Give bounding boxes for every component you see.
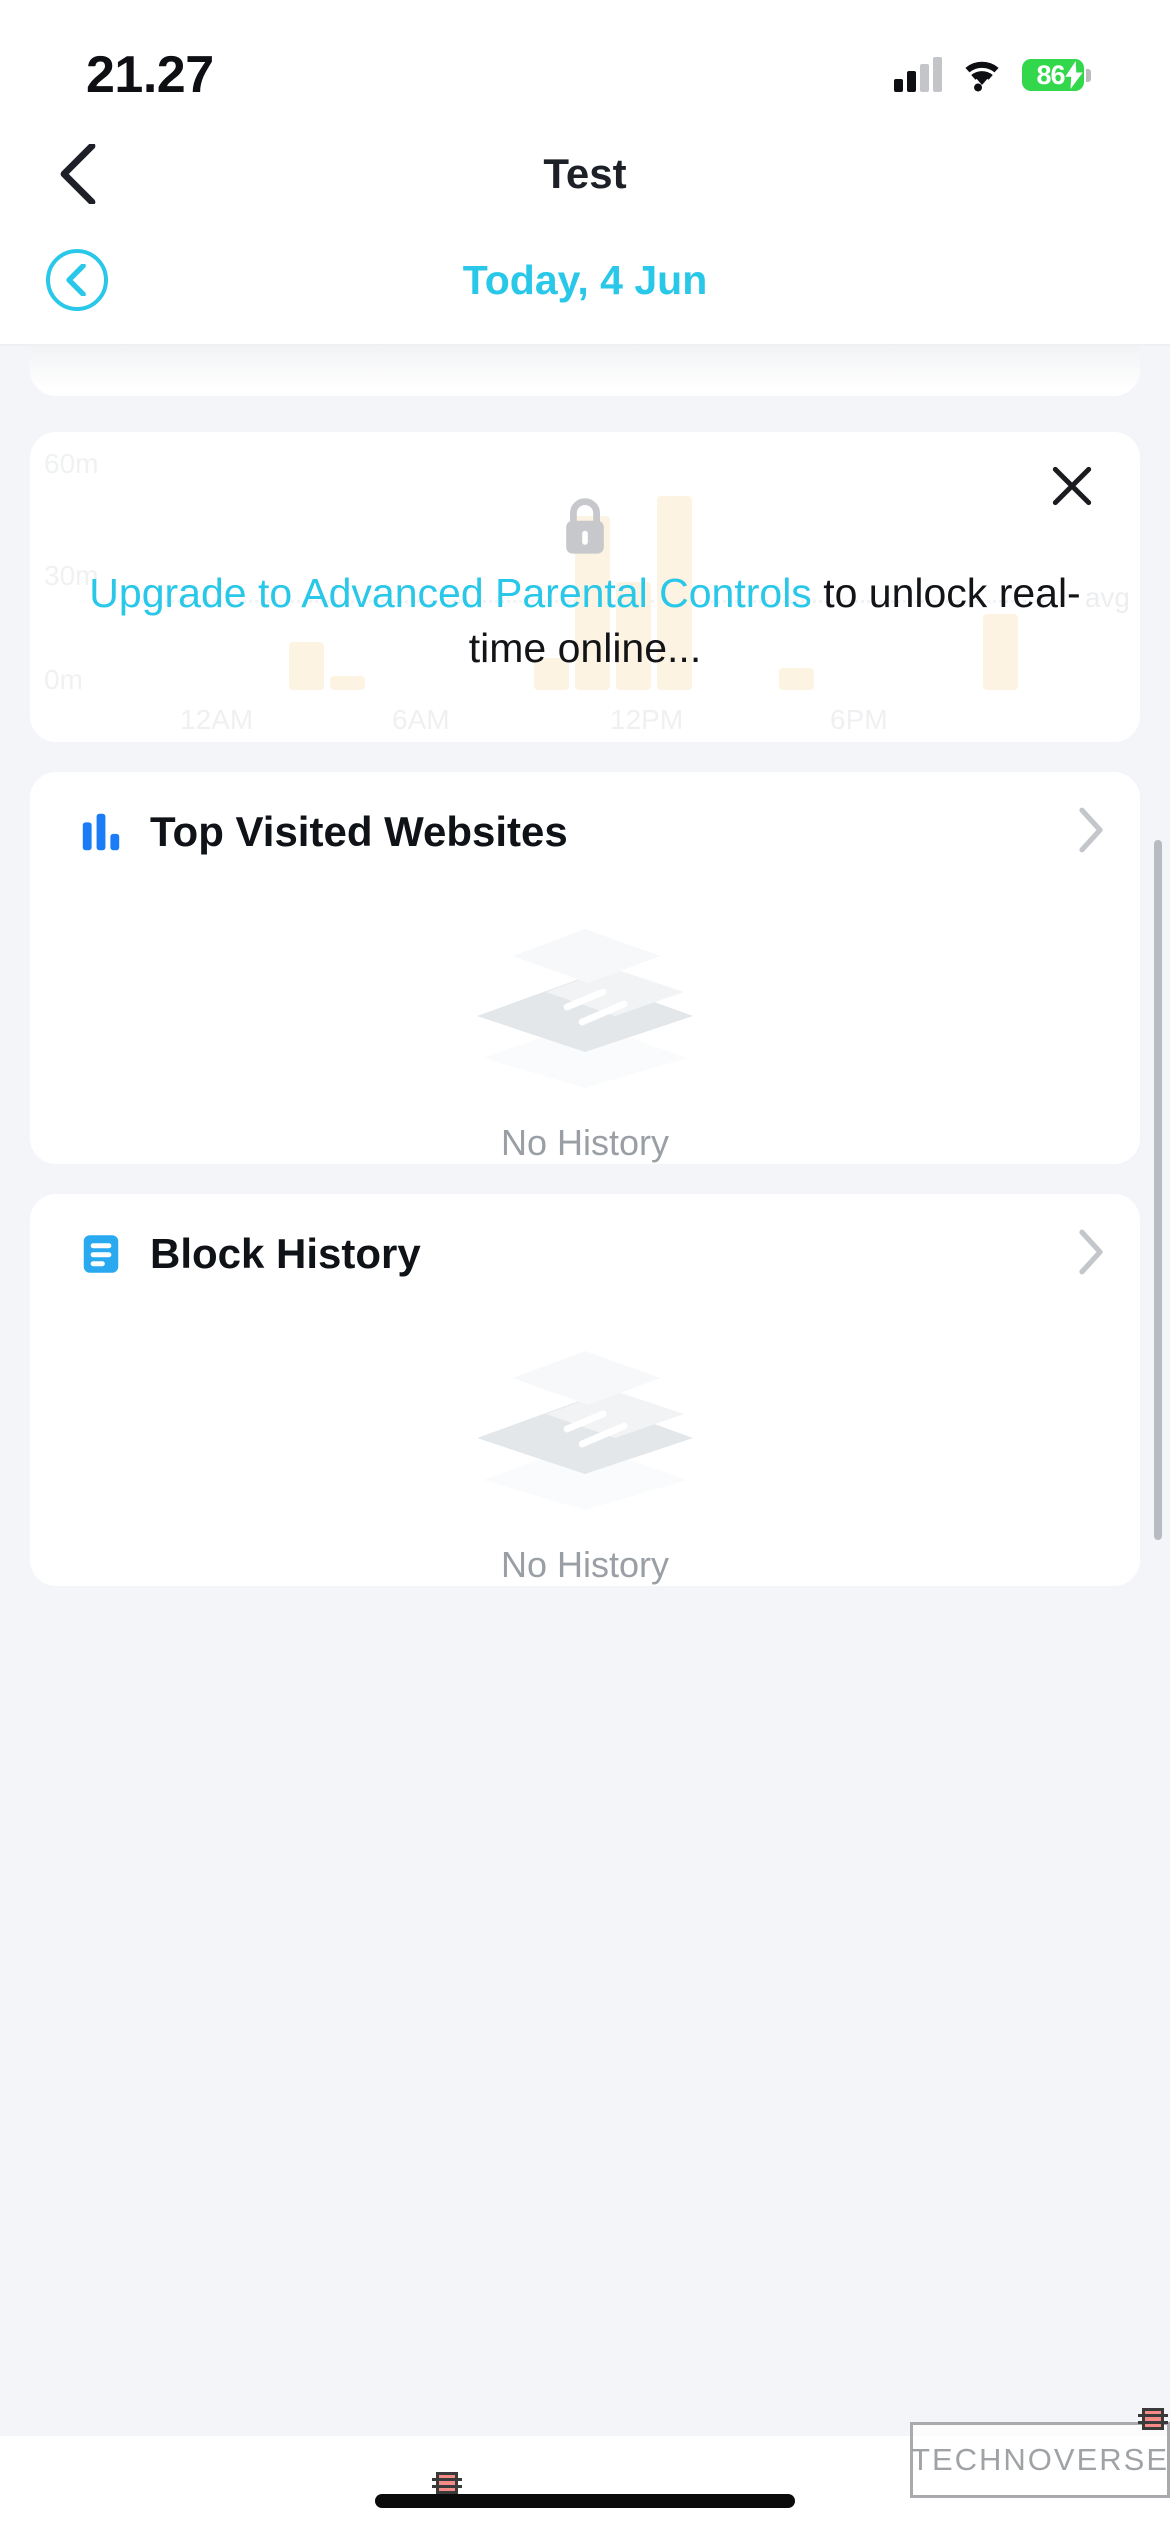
top-visited-websites-header[interactable]: Top Visited Websites — [30, 772, 1140, 892]
stacked-cards-icon — [477, 1351, 693, 1510]
chevron-left-icon — [60, 144, 96, 204]
previous-day-button[interactable] — [46, 249, 108, 311]
date-selector-bar: Today, 4 Jun — [0, 216, 1170, 346]
bar-chart-icon — [82, 813, 120, 851]
document-lines-icon — [83, 1235, 119, 1273]
top-visited-websites-title: Top Visited Websites — [150, 808, 568, 855]
upgrade-highlight-line1: Upgrade to Advanced Parental — [89, 570, 648, 616]
chevron-right-icon — [1079, 807, 1103, 852]
wifi-icon — [965, 61, 999, 92]
chart-y-label-60m: 60m — [44, 448, 99, 479]
chip-icon — [432, 2472, 462, 2494]
chart-x-label-12am: 12AM — [180, 704, 254, 735]
chart-x-label-6am: 6AM — [392, 704, 450, 735]
top-visited-websites-chevron[interactable] — [1078, 807, 1104, 858]
battery-percent: 86 — [1036, 59, 1065, 90]
upgrade-message[interactable]: Upgrade to Advanced Parental Controls to… — [86, 566, 1084, 676]
block-history-card[interactable]: Block History No History — [30, 1194, 1140, 1586]
battery-charging-icon: 86 — [1022, 59, 1091, 91]
chip-icon — [1138, 2408, 1168, 2430]
top-visited-websites-card[interactable]: Top Visited Websites No History — [30, 772, 1140, 1164]
status-time: 21.27 — [86, 46, 214, 104]
block-history-empty-text: No History — [500, 1544, 670, 1585]
block-history-header[interactable]: Block History — [30, 1194, 1140, 1314]
block-history-chevron[interactable] — [1078, 1229, 1104, 1280]
lock-icon — [566, 498, 604, 554]
upgrade-banner-card[interactable]: 60m 30m 0m avg 12AM 6AM 12PM 6PM Upgrade… — [30, 432, 1140, 742]
block-history-title: Block History — [150, 1230, 421, 1277]
status-bar: 21.27 86 — [0, 0, 1170, 132]
chart-x-label-6pm: 6PM — [830, 704, 888, 735]
chevron-right-icon — [1079, 1229, 1103, 1274]
phone-screen: 21.27 86 Test Today, 4 Jun 60m 30m 0m av… — [0, 0, 1170, 2532]
circle-chevron-left-icon — [66, 264, 86, 296]
page-title: Test — [543, 150, 627, 197]
nav-bar: Test — [0, 132, 1170, 216]
home-indicator[interactable] — [375, 2494, 795, 2508]
scroll-content[interactable]: 60m 30m 0m avg 12AM 6AM 12PM 6PM Upgrade… — [0, 346, 1170, 2532]
watermark-text: TECHNOVERSE — [911, 2442, 1169, 2477]
back-button[interactable] — [46, 142, 110, 206]
partial-card-above — [30, 346, 1140, 396]
charging-bolt-icon — [1065, 61, 1083, 89]
close-icon — [1052, 466, 1092, 506]
top-visited-websites-empty-state: No History — [30, 902, 1140, 1164]
chart-x-label-12pm: 12PM — [610, 704, 684, 735]
chart-average-label: avg — [1084, 582, 1130, 613]
cellular-signal-icon — [894, 57, 942, 92]
watermark: TECHNOVERSE — [910, 2422, 1170, 2498]
lock-icon-wrapper — [30, 496, 1140, 556]
status-indicators: 86 — [894, 57, 1091, 92]
top-visited-websites-empty-text: No History — [500, 1122, 670, 1163]
chart-y-label-0m: 0m — [44, 664, 83, 695]
close-banner-button[interactable] — [1040, 454, 1104, 518]
block-history-empty-state: No History — [30, 1324, 1140, 1586]
vertical-scrollbar[interactable] — [1154, 840, 1162, 1540]
upgrade-highlight-line2: Controls — [659, 570, 812, 616]
current-date-label[interactable]: Today, 4 Jun — [0, 257, 1170, 304]
stacked-cards-icon — [477, 929, 693, 1088]
